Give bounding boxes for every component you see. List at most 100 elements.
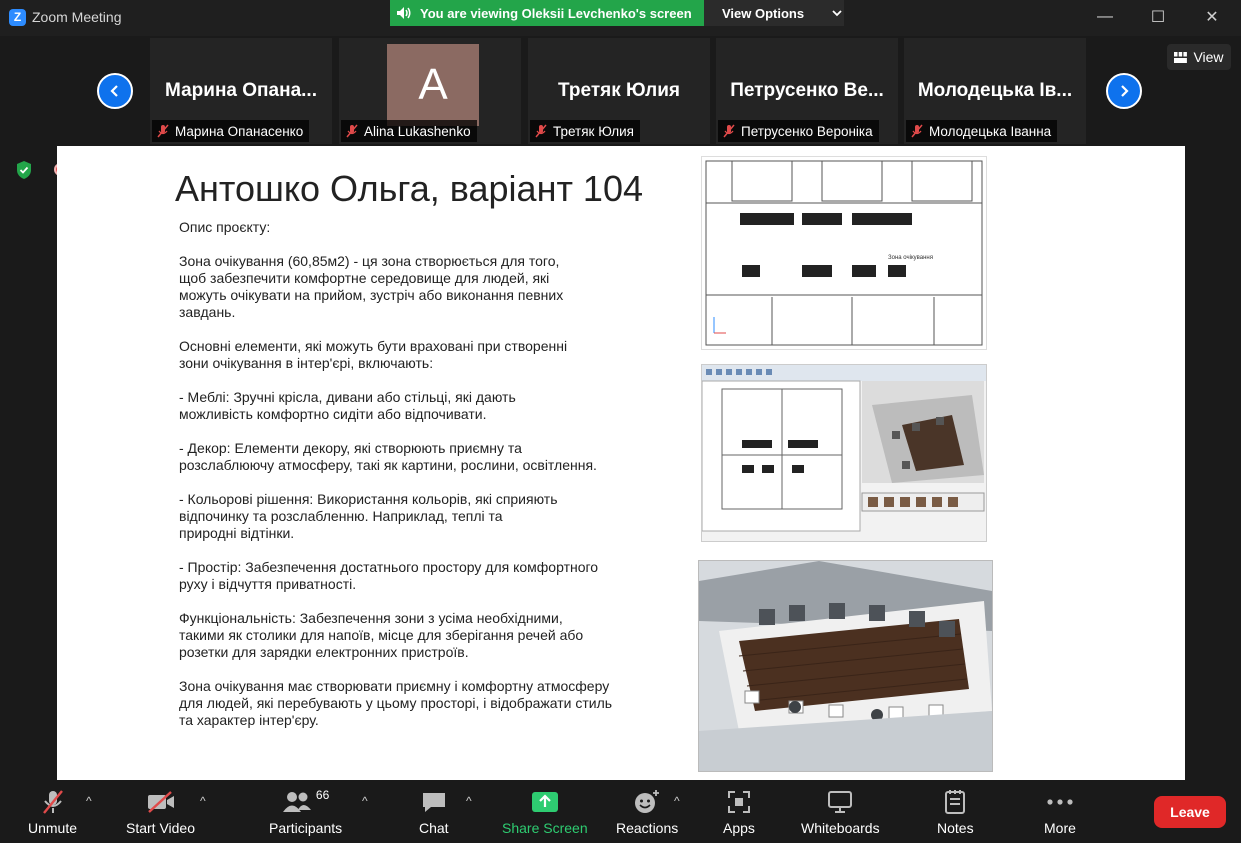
- mic-off-icon: [346, 124, 358, 138]
- whiteboards-button[interactable]: Whiteboards: [801, 788, 880, 836]
- zoom-logo-icon: Z: [9, 9, 26, 26]
- mic-off-icon: [535, 124, 547, 138]
- leave-meeting-button[interactable]: Leave: [1154, 796, 1226, 828]
- whiteboard-icon: [828, 791, 853, 813]
- participant-label: Марина Опанасенко: [152, 120, 310, 142]
- reactions-icon: [635, 790, 660, 813]
- mic-off-icon: [157, 124, 169, 138]
- unmute-button[interactable]: Unmute: [28, 788, 77, 836]
- maximize-button[interactable]: ☐: [1135, 0, 1181, 34]
- cad-software-screenshot: [701, 364, 987, 542]
- participant-tile[interactable]: Третяк Юлия Третяк Юлия: [528, 38, 710, 144]
- slide-paragraph: - Меблі: Зручні крісла, дивани або стіль…: [179, 389, 516, 422]
- gallery-next-button[interactable]: [1106, 73, 1142, 109]
- participant-label-text: Молодецька Іванна: [929, 123, 1052, 139]
- mic-muted-icon: [42, 790, 63, 814]
- unmute-label: Unmute: [28, 820, 78, 836]
- start-video-label: Start Video: [126, 820, 196, 836]
- audio-options-caret[interactable]: ^: [86, 794, 92, 808]
- meeting-controls-toolbar: Unmute ^ Start Video ^ 66 Participants ^…: [0, 780, 1241, 843]
- participant-tile[interactable]: Петрусенко Ве... Петрусенко Вероніка: [716, 38, 898, 144]
- slide-paragraph: - Кольорові рішення: Використання кольор…: [179, 491, 558, 541]
- view-layout-button[interactable]: View: [1167, 44, 1231, 70]
- shared-screen-slide: Антошко Ольга, варіант 104 Опис проєкту:…: [57, 146, 1185, 780]
- chat-options-caret[interactable]: ^: [466, 794, 472, 808]
- close-window-button[interactable]: ✕: [1189, 0, 1235, 34]
- participants-button[interactable]: 66 Participants: [269, 788, 342, 836]
- slide-paragraph: Основні елементи, які можуть бути врахов…: [179, 338, 568, 371]
- participants-label: Participants: [269, 820, 343, 836]
- start-video-button[interactable]: Start Video: [126, 788, 195, 836]
- participant-label: Третяк Юлия: [530, 120, 640, 142]
- plan-zone-label: Зона очікування: [888, 255, 933, 261]
- slide-paragraph: Функціональність: Забезпечення зони з ус…: [179, 610, 584, 660]
- participant-tile[interactable]: A Alina Lukashenko: [339, 38, 521, 144]
- participant-label-text: Alina Lukashenko: [364, 123, 471, 139]
- reactions-options-caret[interactable]: ^: [674, 794, 680, 808]
- slide-paragraph: Зона очікування (60,85м2) - ця зона ство…: [179, 253, 564, 320]
- participants-icon: [282, 792, 311, 812]
- apps-label: Apps: [723, 820, 755, 836]
- viewing-screen-text: You are viewing Oleksii Levchenko's scre…: [420, 5, 692, 21]
- share-screen-button[interactable]: Share Screen: [502, 788, 588, 836]
- chat-icon: [422, 793, 445, 812]
- apps-button[interactable]: Apps: [723, 788, 755, 836]
- video-off-icon: [147, 791, 174, 813]
- participant-tile[interactable]: Молодецька Ів... Молодецька Іванна: [904, 38, 1086, 144]
- video-options-caret[interactable]: ^: [200, 794, 206, 808]
- mic-off-icon: [911, 124, 923, 138]
- viewing-screen-banner: You are viewing Oleksii Levchenko's scre…: [390, 0, 704, 26]
- participant-label: Alina Lukashenko: [341, 120, 477, 142]
- minimize-button[interactable]: —: [1082, 0, 1128, 34]
- participant-label-text: Петрусенко Вероніка: [741, 123, 873, 139]
- 3d-render-image: [698, 560, 993, 772]
- participant-name-large: Молодецька Ів...: [917, 80, 1073, 101]
- speaker-icon: [397, 7, 411, 19]
- participant-label-text: Марина Опанасенко: [175, 123, 304, 139]
- floor-plan-image: Зона очікування: [701, 156, 987, 350]
- slide-paragraph: Опис проєкту:: [179, 219, 271, 235]
- participant-label: Петрусенко Вероніка: [718, 120, 879, 142]
- whiteboards-label: Whiteboards: [801, 820, 880, 836]
- chat-label: Chat: [419, 820, 449, 836]
- view-options-label: View Options: [722, 5, 805, 21]
- notes-button[interactable]: Notes: [937, 788, 974, 836]
- title-bar: Z Zoom Meeting You are viewing Oleksii L…: [0, 0, 1241, 36]
- close-icon: ✕: [1205, 9, 1219, 26]
- chevron-down-icon: [832, 10, 842, 17]
- participant-name-large: Марина Опана...: [165, 80, 317, 101]
- security-shield-icon[interactable]: [15, 160, 33, 180]
- apps-icon: [727, 791, 750, 813]
- participant-name-large: Третяк Юлия: [558, 80, 680, 101]
- more-label: More: [1044, 820, 1076, 836]
- participant-label: Молодецька Іванна: [906, 120, 1058, 142]
- minimize-icon: —: [1097, 8, 1113, 25]
- more-button[interactable]: More: [1044, 788, 1076, 836]
- notes-icon: [945, 790, 966, 814]
- chevron-left-icon: [110, 85, 118, 97]
- slide-paragraph: - Простір: Забезпечення достатнього прос…: [179, 559, 599, 592]
- participants-options-caret[interactable]: ^: [362, 794, 368, 808]
- participant-name-large: Петрусенко Ве...: [730, 80, 884, 101]
- participant-gallery-strip: Марина Опана... Марина Опанасенко A Alin…: [0, 36, 1241, 146]
- slide-paragraph: Зона очікування має створювати приємну і…: [179, 678, 613, 728]
- chat-button[interactable]: Chat: [419, 788, 449, 836]
- maximize-icon: ☐: [1150, 9, 1166, 26]
- zoom-meeting-window: Z Zoom Meeting You are viewing Oleksii L…: [0, 0, 1241, 843]
- grid-icon: [1174, 51, 1188, 63]
- gallery-prev-button[interactable]: [97, 73, 133, 109]
- slide-body-text: Опис проєкту: Зона очікування (60,85м2) …: [179, 219, 659, 746]
- mic-off-icon: [723, 124, 735, 138]
- window-title: Zoom Meeting: [32, 9, 122, 25]
- reactions-label: Reactions: [616, 820, 679, 836]
- view-options-button[interactable]: View Options: [704, 0, 844, 26]
- notes-label: Notes: [937, 820, 974, 836]
- participants-count: 66: [315, 788, 330, 802]
- reactions-button[interactable]: Reactions: [616, 788, 678, 836]
- participant-tile[interactable]: Марина Опана... Марина Опанасенко: [150, 38, 332, 144]
- participant-label-text: Третяк Юлия: [553, 123, 634, 139]
- share-screen-icon: [531, 792, 558, 812]
- slide-paragraph: - Декор: Елементи декору, які створюють …: [179, 440, 597, 473]
- chevron-right-icon: [1121, 85, 1129, 97]
- avatar: A: [387, 44, 479, 126]
